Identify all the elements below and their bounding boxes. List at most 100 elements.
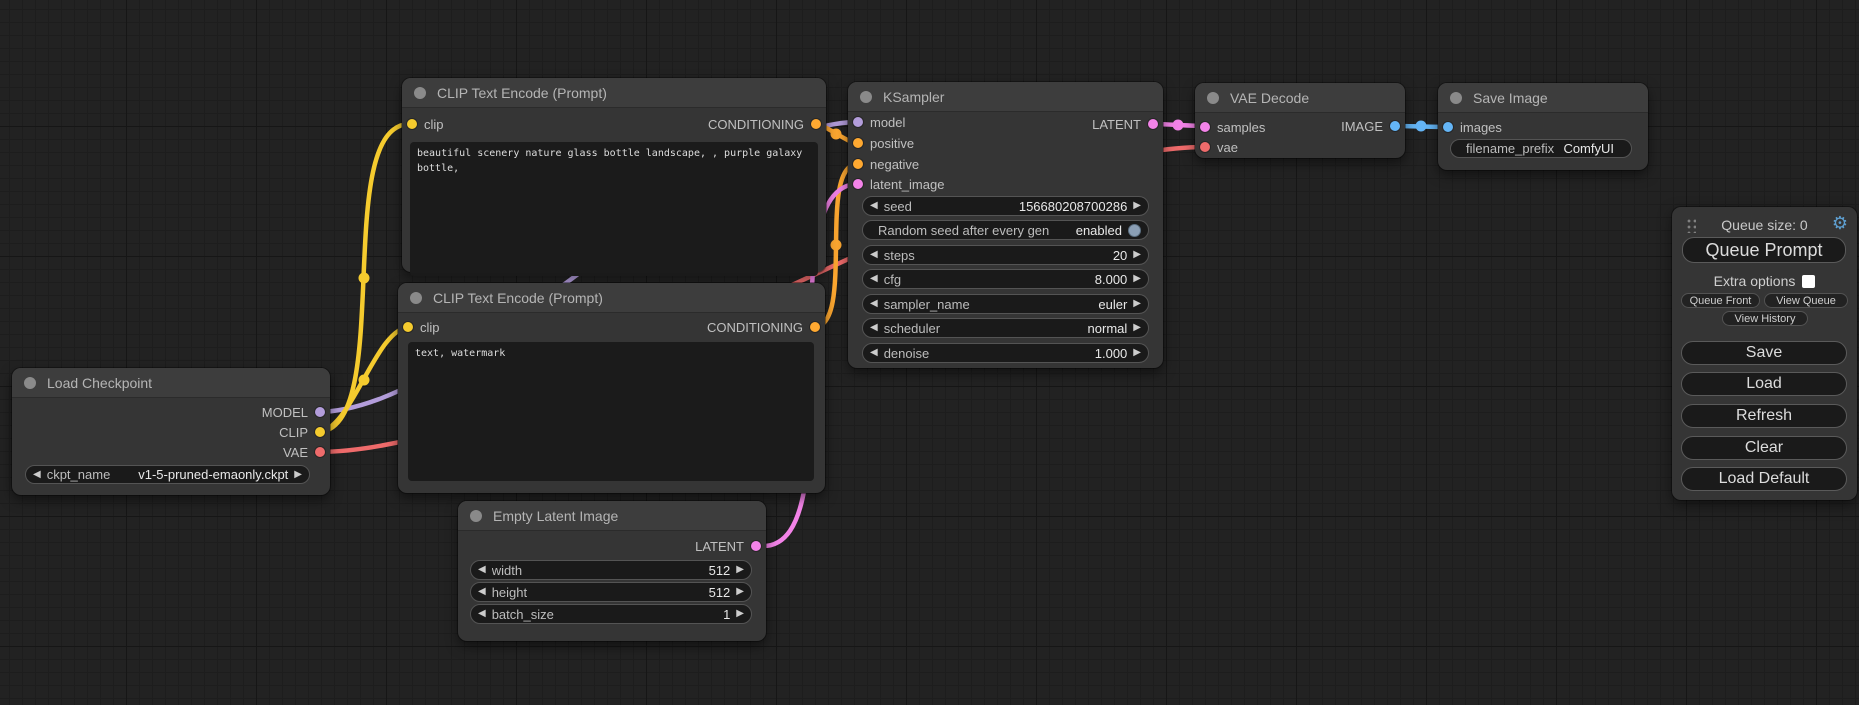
arrow-left-icon[interactable]: ◀	[870, 348, 878, 358]
node-ksampler[interactable]: KSampler model positive negative latent_…	[848, 82, 1163, 368]
output-port-latent[interactable]: LATENT	[1092, 114, 1158, 134]
arrow-left-icon[interactable]: ◀	[870, 274, 878, 284]
node-header[interactable]: VAE Decode	[1195, 83, 1405, 113]
toggle-enabled-icon[interactable]	[1128, 224, 1141, 237]
conditioning-port-dot[interactable]	[853, 159, 863, 169]
model-port-dot[interactable]	[315, 407, 325, 417]
positive-prompt-textarea[interactable]: beautiful scenery nature glass bottle la…	[410, 142, 818, 276]
node-empty-latent-image[interactable]: Empty Latent Image LATENT ◀ width 512 ▶ …	[458, 501, 766, 641]
node-clip-text-encode-negative[interactable]: CLIP Text Encode (Prompt) clip CONDITION…	[398, 283, 825, 493]
output-port-model[interactable]: MODEL	[262, 402, 325, 422]
node-header[interactable]: Save Image	[1438, 83, 1648, 113]
height-widget[interactable]: ◀ height 512 ▶	[470, 582, 752, 602]
arrow-right-icon[interactable]: ▶	[1133, 274, 1141, 284]
arrow-right-icon[interactable]: ▶	[736, 587, 744, 597]
batch-size-widget[interactable]: ◀ batch_size 1 ▶	[470, 604, 752, 624]
output-port-image[interactable]: IMAGE	[1341, 116, 1400, 136]
input-port-latent-image[interactable]: latent_image	[853, 174, 944, 194]
arrow-right-icon[interactable]: ▶	[736, 609, 744, 619]
load-button[interactable]: Load	[1681, 372, 1847, 396]
output-port-clip[interactable]: CLIP	[279, 422, 325, 442]
ckpt-name-combo[interactable]: ◀ ckpt_name v1-5-pruned-emaonly.ckpt ▶	[25, 465, 310, 484]
conditioning-port-dot[interactable]	[853, 138, 863, 148]
node-load-checkpoint[interactable]: Load Checkpoint MODEL CLIP VAE ◀ ckpt_na…	[12, 368, 330, 495]
extra-options-checkbox[interactable]	[1802, 275, 1815, 288]
filename-prefix-widget[interactable]: filename_prefix ComfyUI	[1450, 139, 1632, 158]
view-history-button[interactable]: View History	[1722, 311, 1808, 326]
drag-handle-icon[interactable]	[1685, 217, 1696, 233]
collapse-dot-icon[interactable]	[1207, 92, 1219, 104]
collapse-dot-icon[interactable]	[414, 87, 426, 99]
arrow-left-icon[interactable]: ◀	[870, 299, 878, 309]
clip-port-dot[interactable]	[403, 322, 413, 332]
node-header[interactable]: Empty Latent Image	[458, 501, 766, 531]
clip-port-dot[interactable]	[315, 427, 325, 437]
node-vae-decode[interactable]: VAE Decode samples vae IMAGE	[1195, 83, 1405, 158]
width-widget[interactable]: ◀ width 512 ▶	[470, 560, 752, 580]
collapse-dot-icon[interactable]	[470, 510, 482, 522]
input-port-clip[interactable]: clip	[407, 114, 444, 134]
conditioning-port-dot[interactable]	[811, 119, 821, 129]
node-save-image[interactable]: Save Image images filename_prefix ComfyU…	[1438, 83, 1648, 170]
output-port-conditioning[interactable]: CONDITIONING	[708, 114, 821, 134]
arrow-left-icon[interactable]: ◀	[33, 470, 41, 480]
latent-port-dot[interactable]	[1148, 119, 1158, 129]
negative-prompt-textarea[interactable]: text, watermark	[408, 342, 814, 481]
node-header[interactable]: CLIP Text Encode (Prompt)	[398, 283, 825, 313]
input-port-clip[interactable]: clip	[403, 317, 440, 337]
output-port-latent[interactable]: LATENT	[695, 536, 761, 556]
clip-port-dot[interactable]	[407, 119, 417, 129]
conditioning-port-dot[interactable]	[810, 322, 820, 332]
view-queue-button[interactable]: View Queue	[1764, 293, 1848, 308]
steps-widget[interactable]: ◀ steps 20 ▶	[862, 245, 1149, 265]
sampler-name-widget[interactable]: ◀ sampler_name euler ▶	[862, 294, 1149, 314]
model-port-dot[interactable]	[853, 117, 863, 127]
node-header[interactable]: CLIP Text Encode (Prompt)	[402, 78, 826, 108]
arrow-right-icon[interactable]: ▶	[1133, 299, 1141, 309]
arrow-left-icon[interactable]: ◀	[870, 323, 878, 333]
node-header[interactable]: KSampler	[848, 82, 1163, 112]
arrow-right-icon[interactable]: ▶	[1133, 201, 1141, 211]
collapse-dot-icon[interactable]	[24, 377, 36, 389]
node-clip-text-encode-positive[interactable]: CLIP Text Encode (Prompt) clip CONDITION…	[402, 78, 826, 272]
input-port-positive[interactable]: positive	[853, 133, 914, 153]
input-port-model[interactable]: model	[853, 112, 905, 132]
image-port-dot[interactable]	[1390, 121, 1400, 131]
vae-port-dot[interactable]	[1200, 142, 1210, 152]
node-header[interactable]: Load Checkpoint	[12, 368, 330, 398]
collapse-dot-icon[interactable]	[410, 292, 422, 304]
arrow-right-icon[interactable]: ▶	[294, 470, 302, 480]
input-port-vae[interactable]: vae	[1200, 137, 1238, 157]
arrow-right-icon[interactable]: ▶	[1133, 323, 1141, 333]
arrow-left-icon[interactable]: ◀	[870, 201, 878, 211]
collapse-dot-icon[interactable]	[860, 91, 872, 103]
denoise-widget[interactable]: ◀ denoise 1.000 ▶	[862, 343, 1149, 363]
scheduler-widget[interactable]: ◀ scheduler normal ▶	[862, 318, 1149, 338]
clear-button[interactable]: Clear	[1681, 436, 1847, 460]
image-port-dot[interactable]	[1443, 122, 1453, 132]
collapse-dot-icon[interactable]	[1450, 92, 1462, 104]
input-port-images[interactable]: images	[1443, 117, 1502, 137]
queue-prompt-button[interactable]: Queue Prompt	[1682, 237, 1846, 263]
input-port-negative[interactable]: negative	[853, 154, 919, 174]
settings-gear-icon[interactable]: ⚙	[1832, 214, 1848, 234]
refresh-button[interactable]: Refresh	[1681, 404, 1847, 428]
arrow-right-icon[interactable]: ▶	[1133, 348, 1141, 358]
arrow-left-icon[interactable]: ◀	[478, 565, 486, 575]
output-port-vae[interactable]: VAE	[283, 442, 325, 462]
arrow-left-icon[interactable]: ◀	[478, 609, 486, 619]
arrow-left-icon[interactable]: ◀	[870, 250, 878, 260]
output-port-conditioning[interactable]: CONDITIONING	[707, 317, 820, 337]
input-port-samples[interactable]: samples	[1200, 117, 1265, 137]
cfg-widget[interactable]: ◀ cfg 8.000 ▶	[862, 269, 1149, 289]
arrow-right-icon[interactable]: ▶	[736, 565, 744, 575]
save-button[interactable]: Save	[1681, 341, 1847, 365]
vae-port-dot[interactable]	[315, 447, 325, 457]
seed-widget[interactable]: ◀ seed 156680208700286 ▶	[862, 196, 1149, 216]
arrow-right-icon[interactable]: ▶	[1133, 250, 1141, 260]
latent-port-dot[interactable]	[1200, 122, 1210, 132]
random-seed-toggle-widget[interactable]: Random seed after every gen enabled	[862, 220, 1149, 240]
queue-front-button[interactable]: Queue Front	[1681, 293, 1760, 308]
latent-port-dot[interactable]	[853, 179, 863, 189]
latent-port-dot[interactable]	[751, 541, 761, 551]
